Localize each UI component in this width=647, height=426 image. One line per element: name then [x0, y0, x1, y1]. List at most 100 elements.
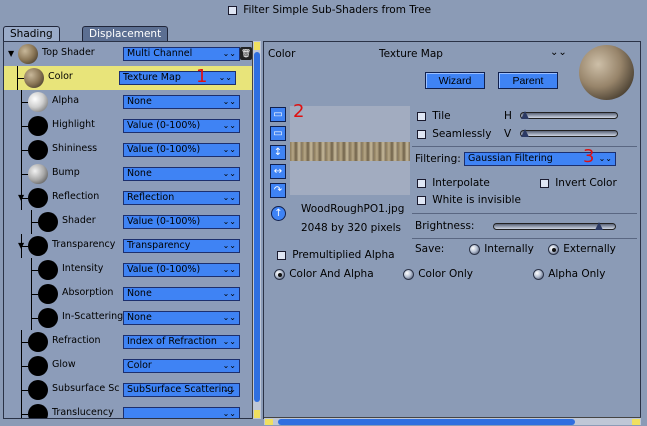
tree-scrollbar[interactable]: [252, 41, 261, 419]
shader-tree-panel: ▼ Top Shader Multi Channel ⌄⌄ Color Texture M…: [3, 41, 258, 419]
color-and-alpha-radio[interactable]: [274, 268, 285, 280]
color-and-alpha-label: Color And Alpha: [289, 268, 374, 280]
expand-triangle-icon[interactable]: ▼: [8, 49, 14, 58]
tree-item-dropdown[interactable]: Multi Channel ⌄⌄: [123, 47, 240, 61]
tree-item-label: Color: [48, 71, 73, 82]
texture-strip: [290, 142, 410, 161]
tree-item-dropdown[interactable]: ⌄⌄: [123, 407, 240, 418]
color-only-radio[interactable]: [403, 268, 414, 280]
filter-subshaders-option[interactable]: Filter Simple Sub-Shaders from Tree: [228, 4, 431, 16]
editor-scrollbar-thumb[interactable]: [278, 419, 575, 425]
alpha-only-option[interactable]: Alpha Only: [533, 268, 605, 280]
tree-item-dropdown[interactable]: SubSurface Scattering ⌄⌄: [123, 383, 240, 397]
trash-icon[interactable]: 🗑: [240, 47, 252, 60]
shader-sphere-icon: [38, 308, 58, 328]
tree-row[interactable]: ▼ Top Shader Multi Channel ⌄⌄: [8, 42, 257, 66]
expand-triangle-icon[interactable]: ▼: [18, 193, 24, 202]
tree-row[interactable]: Subsurface Sc SubSurface Scattering ⌄⌄: [8, 378, 257, 402]
save-externally-label: Externally: [563, 243, 616, 255]
wizard-button[interactable]: Wizard: [425, 72, 485, 89]
chevron-down-icon: ⌄⌄: [218, 73, 232, 82]
tree-row[interactable]: Intensity Value (0-100%) ⌄⌄: [8, 258, 257, 282]
save-externally-radio[interactable]: [548, 243, 559, 255]
white-invisible-checkbox[interactable]: [417, 195, 426, 205]
tile-checkbox[interactable]: [417, 111, 426, 121]
open-folder-alt-icon[interactable]: ▭: [270, 126, 286, 141]
tree-item-dropdown[interactable]: Index of Refraction ⌄⌄: [123, 335, 240, 349]
flip-horizontal-icon[interactable]: ↔: [270, 164, 286, 179]
expand-triangle-icon[interactable]: ▼: [18, 241, 24, 250]
h-slider-knob[interactable]: [521, 111, 529, 119]
tree-item-dropdown[interactable]: Color ⌄⌄: [123, 359, 240, 373]
tree-scrollbar-down[interactable]: [254, 410, 260, 418]
save-externally-option[interactable]: Externally: [548, 243, 616, 255]
premultiplied-alpha-label: Premultiplied Alpha: [292, 249, 395, 261]
h-slider[interactable]: [520, 111, 618, 119]
v-slider[interactable]: [520, 129, 618, 137]
tree-item-value: Transparency: [127, 240, 191, 251]
tree-row[interactable]: Highlight Value (0-100%) ⌄⌄: [8, 114, 257, 138]
tree-row[interactable]: Bump None ⌄⌄: [8, 162, 257, 186]
tile-option[interactable]: Tile: [417, 110, 451, 122]
tree-row[interactable]: Shader Value (0-100%) ⌄⌄: [8, 210, 257, 234]
premultiplied-alpha-option[interactable]: Premultiplied Alpha: [277, 249, 395, 261]
seamlessly-checkbox[interactable]: [417, 129, 426, 139]
open-folder-icon[interactable]: ▭: [270, 107, 286, 122]
tree-item-dropdown[interactable]: Texture Map ⌄⌄: [119, 71, 236, 85]
tab-displacement[interactable]: Displacement: [82, 26, 169, 42]
tree-row[interactable]: Alpha None ⌄⌄: [8, 90, 257, 114]
tree-row[interactable]: Translucency ⌄⌄: [8, 402, 257, 418]
tree-item-dropdown[interactable]: Value (0-100%) ⌄⌄: [123, 143, 240, 157]
tree-connector-line: [21, 174, 28, 175]
tree-item-dropdown[interactable]: Transparency ⌄⌄: [123, 239, 240, 253]
filter-subshaders-checkbox[interactable]: [228, 5, 237, 15]
white-invisible-option[interactable]: White is invisible: [417, 194, 521, 206]
color-only-label: Color Only: [418, 268, 473, 280]
tree-scrollbar-thumb[interactable]: [254, 52, 260, 402]
double-chevron-down-icon[interactable]: ⌄⌄: [550, 47, 567, 58]
tree-item-dropdown[interactable]: None ⌄⌄: [123, 287, 240, 301]
editor-scrollbar[interactable]: [264, 417, 641, 425]
tree-item-value: Value (0-100%): [127, 144, 201, 155]
alpha-only-radio[interactable]: [533, 268, 544, 280]
color-only-option[interactable]: Color Only: [403, 268, 473, 280]
save-internally-radio[interactable]: [469, 243, 480, 255]
tree-scrollbar-up[interactable]: [254, 42, 260, 50]
color-and-alpha-option[interactable]: Color And Alpha: [274, 268, 374, 280]
tree-item-dropdown[interactable]: None ⌄⌄: [123, 95, 240, 109]
tree-item-dropdown[interactable]: Value (0-100%) ⌄⌄: [123, 119, 240, 133]
tree-item-dropdown[interactable]: Value (0-100%) ⌄⌄: [123, 215, 240, 229]
editor-scrollbar-right[interactable]: [632, 419, 640, 425]
tree-row[interactable]: Color Texture Map ⌄⌄: [4, 66, 254, 90]
tree-row[interactable]: Refraction Index of Refraction ⌄⌄: [8, 330, 257, 354]
invert-color-option[interactable]: Invert Color: [540, 177, 617, 189]
invert-color-checkbox[interactable]: [540, 178, 549, 188]
chevron-down-icon: ⌄⌄: [598, 154, 612, 163]
rotate-icon[interactable]: ↷: [270, 183, 286, 198]
info-icon[interactable]: ↑: [271, 206, 286, 221]
tree-item-dropdown[interactable]: None ⌄⌄: [123, 311, 240, 325]
editor-scrollbar-left[interactable]: [265, 419, 273, 425]
tree-row[interactable]: Glow Color ⌄⌄: [8, 354, 257, 378]
flip-vertical-icon[interactable]: ↕: [270, 145, 286, 160]
tree-item-dropdown[interactable]: None ⌄⌄: [123, 167, 240, 181]
interpolate-option[interactable]: Interpolate: [417, 177, 490, 189]
v-slider-knob[interactable]: [521, 129, 529, 137]
save-internally-option[interactable]: Internally: [469, 243, 534, 255]
tree-connector-line: [17, 78, 24, 79]
premultiplied-alpha-checkbox[interactable]: [277, 250, 286, 260]
parent-button[interactable]: Parent: [498, 72, 558, 89]
interpolate-checkbox[interactable]: [417, 178, 426, 188]
tab-shading[interactable]: Shading: [3, 26, 60, 42]
tree-item-label: Reflection: [52, 191, 100, 202]
tree-item-dropdown[interactable]: Value (0-100%) ⌄⌄: [123, 263, 240, 277]
tree-row[interactable]: ▼ Transparency Transparency ⌄⌄: [8, 234, 257, 258]
tree-row[interactable]: Shininess Value (0-100%) ⌄⌄: [8, 138, 257, 162]
brightness-slider[interactable]: [493, 222, 616, 230]
tree-row[interactable]: Absorption None ⌄⌄: [8, 282, 257, 306]
tree-item-dropdown[interactable]: Reflection ⌄⌄: [123, 191, 240, 205]
seamlessly-option[interactable]: Seamlessly: [417, 128, 491, 140]
tree-row[interactable]: ▼ Reflection Reflection ⌄⌄: [8, 186, 257, 210]
brightness-slider-knob[interactable]: [595, 222, 604, 230]
tree-row[interactable]: In-Scattering None ⌄⌄: [8, 306, 257, 330]
